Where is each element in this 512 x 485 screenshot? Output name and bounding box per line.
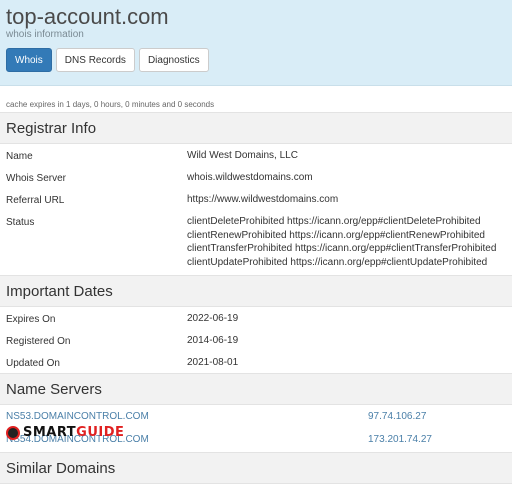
updated-on-value: 2021-08-01 <box>187 357 239 368</box>
nameserver-ip-link[interactable]: 97.74.106.27 <box>368 411 426 422</box>
nameservers-heading: Name Servers <box>0 373 512 405</box>
watermark-logo: SMART GUIDE <box>6 425 124 440</box>
status-value: clientDeleteProhibited https://icann.org… <box>187 215 496 269</box>
updated-on-label: Updated On <box>6 358 60 369</box>
domain-title: top-account.com <box>6 4 169 29</box>
referral-url-label: Referral URL <box>6 195 65 206</box>
registered-on-label: Registered On <box>6 336 71 347</box>
whois-server-label: Whois Server <box>6 173 67 184</box>
dates-heading: Important Dates <box>0 275 512 307</box>
nameserver-ip-link[interactable]: 173.201.74.27 <box>368 434 432 445</box>
watermark-part2: GUIDE <box>76 425 125 440</box>
tab-dns-records[interactable]: DNS Records <box>55 48 135 72</box>
registrar-name-label: Name <box>6 151 33 162</box>
status-line: clientUpdateProhibited https://icann.org… <box>187 256 488 268</box>
registered-on-value: 2014-06-19 <box>187 335 239 346</box>
status-label: Status <box>6 217 35 228</box>
tab-bar: Whois DNS Records Diagnostics <box>6 48 209 72</box>
watermark-part1: SMART <box>23 425 77 440</box>
status-line: clientDeleteProhibited https://icann.org… <box>187 216 481 227</box>
registrar-heading: Registrar Info <box>0 112 512 144</box>
whois-server-value: whois.wildwestdomains.com <box>187 172 313 183</box>
logo-icon <box>6 425 20 440</box>
page-subtitle: whois information <box>6 29 84 40</box>
registrar-name-value: Wild West Domains, LLC <box>187 150 298 161</box>
expires-on-label: Expires On <box>6 314 56 325</box>
similar-heading: Similar Domains <box>0 452 512 484</box>
expires-on-value: 2022-06-19 <box>187 313 239 324</box>
site-header: top-account.com whois information Whois … <box>0 0 512 86</box>
status-line: clientRenewProhibited https://icann.org/… <box>187 229 485 241</box>
referral-url-value: https://www.wildwestdomains.com <box>187 194 339 205</box>
status-line: clientTransferProhibited https://icann.o… <box>187 243 497 254</box>
nameserver-link[interactable]: NS53.DOMAINCONTROL.COM <box>6 411 149 422</box>
tab-whois[interactable]: Whois <box>6 48 52 72</box>
cache-notice: cache expires in 1 days, 0 hours, 0 minu… <box>6 100 215 109</box>
tab-diagnostics[interactable]: Diagnostics <box>138 48 209 72</box>
